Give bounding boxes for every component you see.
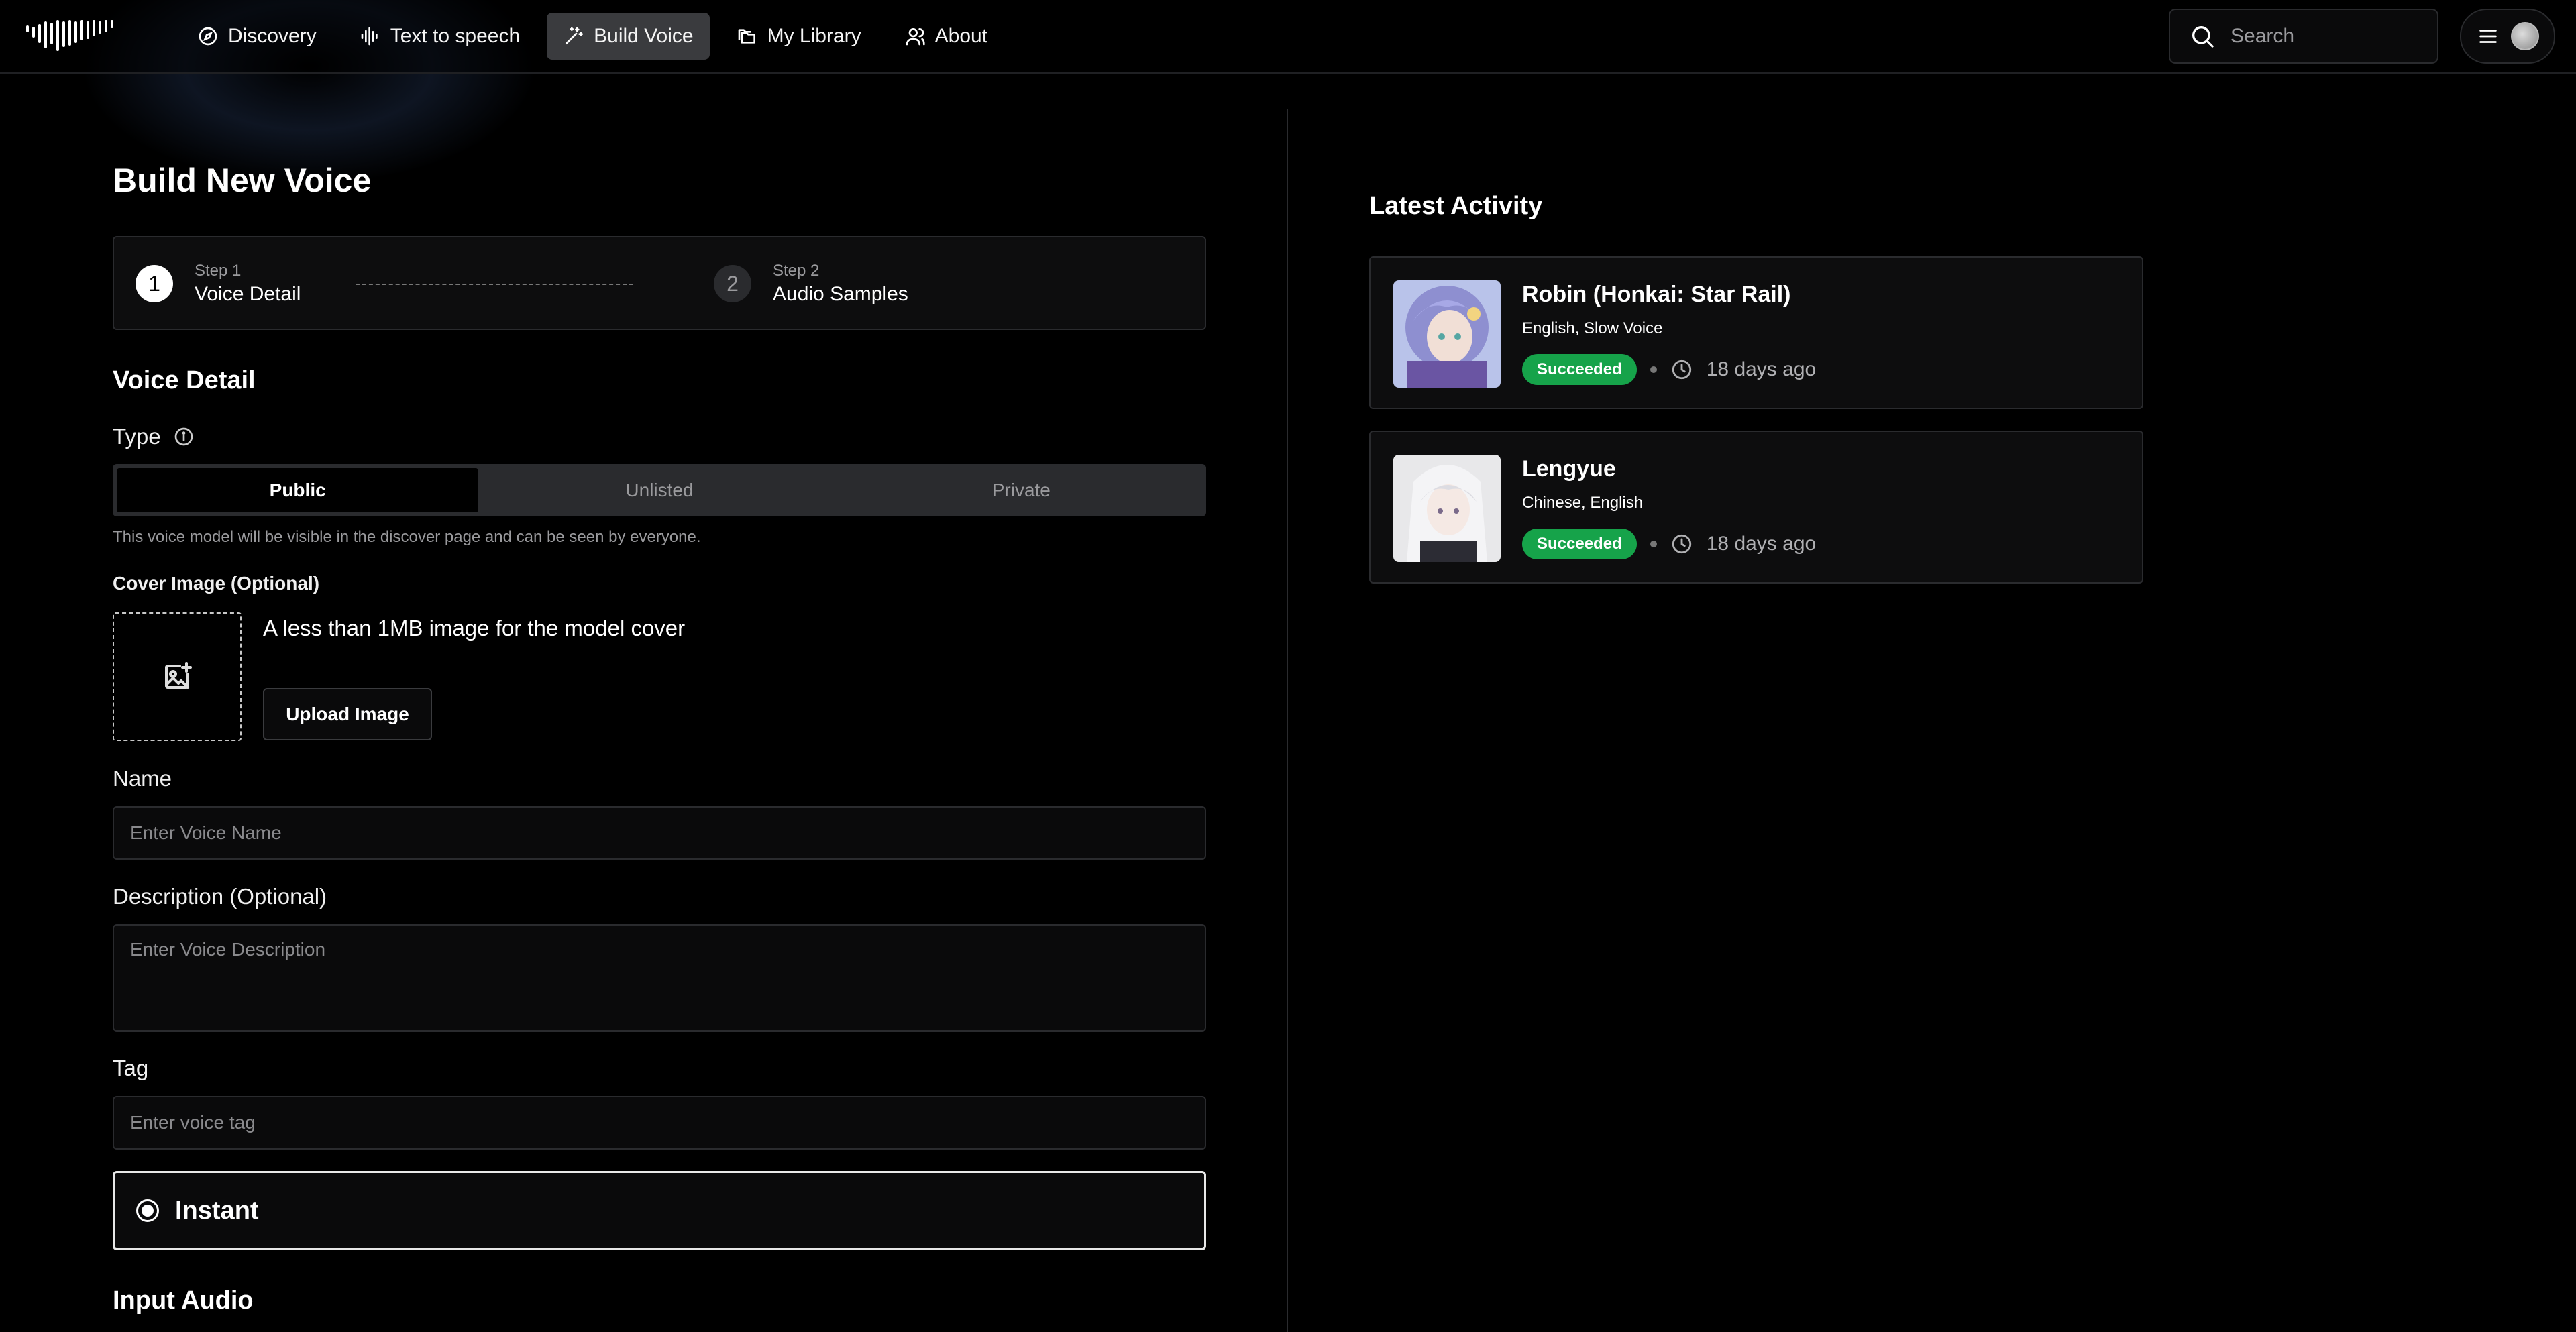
activity-meta: Succeeded 18 days ago bbox=[1522, 529, 1816, 559]
activity-voice-name: Lengyue bbox=[1522, 456, 1616, 482]
cover-image-label: Cover Image (Optional) bbox=[113, 573, 320, 594]
cover-image-description: A less than 1MB image for the model cove… bbox=[263, 616, 686, 641]
top-navigation-bar: Discovery Text to speech Build Voice My … bbox=[0, 0, 2576, 74]
activity-time: 18 days ago bbox=[1706, 533, 1817, 555]
nav-about[interactable]: About bbox=[888, 13, 1004, 60]
activity-voice-languages: English, Slow Voice bbox=[1522, 319, 1663, 337]
search-icon bbox=[2192, 26, 2214, 48]
step-voice-detail[interactable]: 1 Step 1 Voice Detail bbox=[136, 262, 301, 306]
step-connector bbox=[356, 284, 633, 285]
voice-thumbnail bbox=[1393, 280, 1501, 388]
info-icon[interactable] bbox=[173, 426, 195, 447]
voice-name-input[interactable] bbox=[113, 806, 1206, 860]
app-logo-icon[interactable] bbox=[25, 19, 117, 54]
input-audio-heading: Input Audio bbox=[113, 1286, 254, 1315]
step-audio-samples[interactable]: 2 Step 2 Audio Samples bbox=[714, 262, 908, 306]
magic-wand-icon bbox=[566, 27, 584, 44]
compass-icon bbox=[199, 27, 217, 46]
voice-detail-heading: Voice Detail bbox=[113, 366, 256, 394]
step-1-label: Step 1 bbox=[195, 262, 241, 280]
activity-meta: Succeeded 18 days ago bbox=[1522, 354, 1816, 385]
instant-label: Instant bbox=[175, 1196, 259, 1225]
type-label: Type bbox=[113, 424, 161, 449]
search-box[interactable] bbox=[2169, 9, 2438, 64]
type-segmented-control: Public Unlisted Private bbox=[113, 464, 1206, 516]
audio-waveform-icon bbox=[361, 27, 378, 46]
voice-description-input[interactable] bbox=[113, 924, 1206, 1032]
image-plus-icon bbox=[165, 662, 192, 689]
nav-my-library-label: My Library bbox=[767, 25, 861, 47]
instant-mode-option[interactable]: Instant bbox=[113, 1171, 1206, 1250]
name-label: Name bbox=[113, 766, 172, 791]
nav-my-library[interactable]: My Library bbox=[720, 13, 877, 60]
folders-icon bbox=[738, 29, 755, 44]
avatar bbox=[2510, 22, 2539, 50]
separator-dot bbox=[1650, 366, 1657, 373]
step-2-label: Step 2 bbox=[773, 262, 820, 280]
page-title: Build New Voice bbox=[113, 162, 372, 199]
users-icon bbox=[906, 28, 925, 46]
separator-dot bbox=[1650, 541, 1657, 547]
nav-text-to-speech[interactable]: Text to speech bbox=[343, 13, 536, 60]
stepper: 1 Step 1 Voice Detail 2 Step 2 Audio Sam… bbox=[113, 236, 1206, 330]
search-input[interactable] bbox=[2231, 25, 2432, 48]
type-label-row: Type bbox=[113, 424, 195, 449]
tag-label: Tag bbox=[113, 1056, 149, 1080]
upload-image-button[interactable]: Upload Image bbox=[263, 688, 432, 740]
voice-tag-input[interactable] bbox=[113, 1096, 1206, 1150]
instant-radio[interactable] bbox=[136, 1199, 159, 1222]
latest-activity-title: Latest Activity bbox=[1369, 192, 1543, 220]
step-1-number: 1 bbox=[136, 265, 173, 302]
nav-about-label: About bbox=[934, 25, 988, 47]
main-nav: Discovery Text to speech Build Voice My … bbox=[181, 13, 1004, 60]
type-option-unlisted[interactable]: Unlisted bbox=[478, 468, 840, 512]
nav-build-voice-label: Build Voice bbox=[594, 25, 694, 47]
voice-thumbnail bbox=[1393, 455, 1501, 562]
status-badge: Succeeded bbox=[1522, 529, 1637, 559]
activity-voice-name: Robin (Honkai: Star Rail) bbox=[1522, 282, 1791, 307]
type-hint: This voice model will be visible in the … bbox=[113, 528, 701, 546]
step-2-title: Audio Samples bbox=[773, 283, 908, 305]
status-badge: Succeeded bbox=[1522, 354, 1637, 385]
user-menu-button[interactable] bbox=[2460, 9, 2555, 64]
nav-build-voice[interactable]: Build Voice bbox=[547, 13, 710, 60]
clock-icon bbox=[1672, 534, 1691, 554]
description-label: Description (Optional) bbox=[113, 884, 327, 909]
activity-card[interactable]: Robin (Honkai: Star Rail) English, Slow … bbox=[1369, 256, 2143, 409]
type-option-private[interactable]: Private bbox=[841, 468, 1202, 512]
hamburger-menu-icon bbox=[2479, 30, 2497, 43]
cover-image-dropzone[interactable] bbox=[113, 612, 241, 741]
activity-voice-languages: Chinese, English bbox=[1522, 494, 1644, 512]
nav-discovery[interactable]: Discovery bbox=[181, 13, 333, 60]
step-1-title: Voice Detail bbox=[195, 283, 301, 305]
clock-icon bbox=[1672, 359, 1691, 380]
activity-card[interactable]: Lengyue Chinese, English Succeeded 18 da… bbox=[1369, 431, 2143, 584]
step-2-number: 2 bbox=[714, 265, 751, 302]
activity-time: 18 days ago bbox=[1706, 358, 1817, 380]
type-option-public[interactable]: Public bbox=[117, 468, 479, 512]
nav-text-to-speech-label: Text to speech bbox=[390, 25, 521, 47]
column-divider bbox=[1287, 109, 1288, 1332]
nav-discovery-label: Discovery bbox=[228, 25, 317, 47]
